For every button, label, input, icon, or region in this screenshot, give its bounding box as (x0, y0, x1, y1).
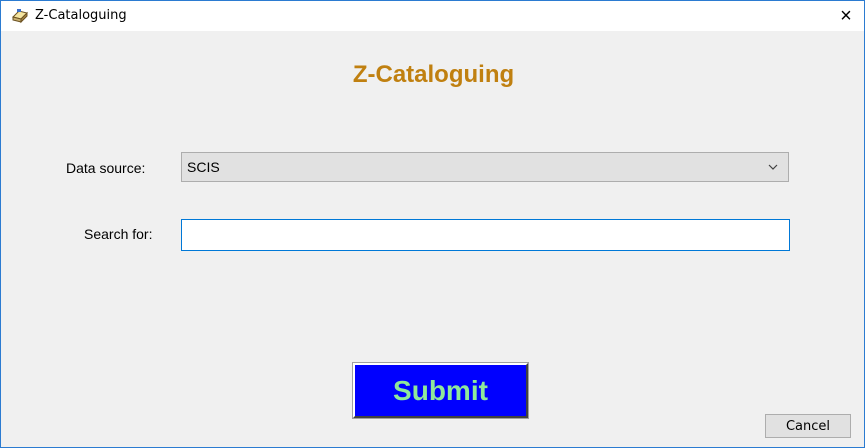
data-source-value: SCIS (187, 159, 220, 175)
data-source-select[interactable]: SCIS (181, 152, 789, 182)
dialog-window: Z-Cataloguing × Z-Cataloguing Data sourc… (0, 0, 865, 448)
title-bar: Z-Cataloguing × (1, 1, 864, 31)
data-source-label: Data source: (66, 160, 146, 176)
close-button[interactable]: × (828, 1, 864, 31)
search-input[interactable] (181, 219, 790, 251)
chevron-down-icon (768, 164, 778, 170)
cancel-button[interactable]: Cancel (765, 414, 851, 438)
page-heading: Z-Cataloguing (352, 61, 515, 88)
window-title: Z-Cataloguing (35, 8, 127, 23)
close-icon: × (840, 4, 852, 27)
submit-button[interactable]: Submit (352, 362, 529, 419)
search-label: Search for: (84, 226, 153, 242)
app-icon (11, 8, 29, 24)
